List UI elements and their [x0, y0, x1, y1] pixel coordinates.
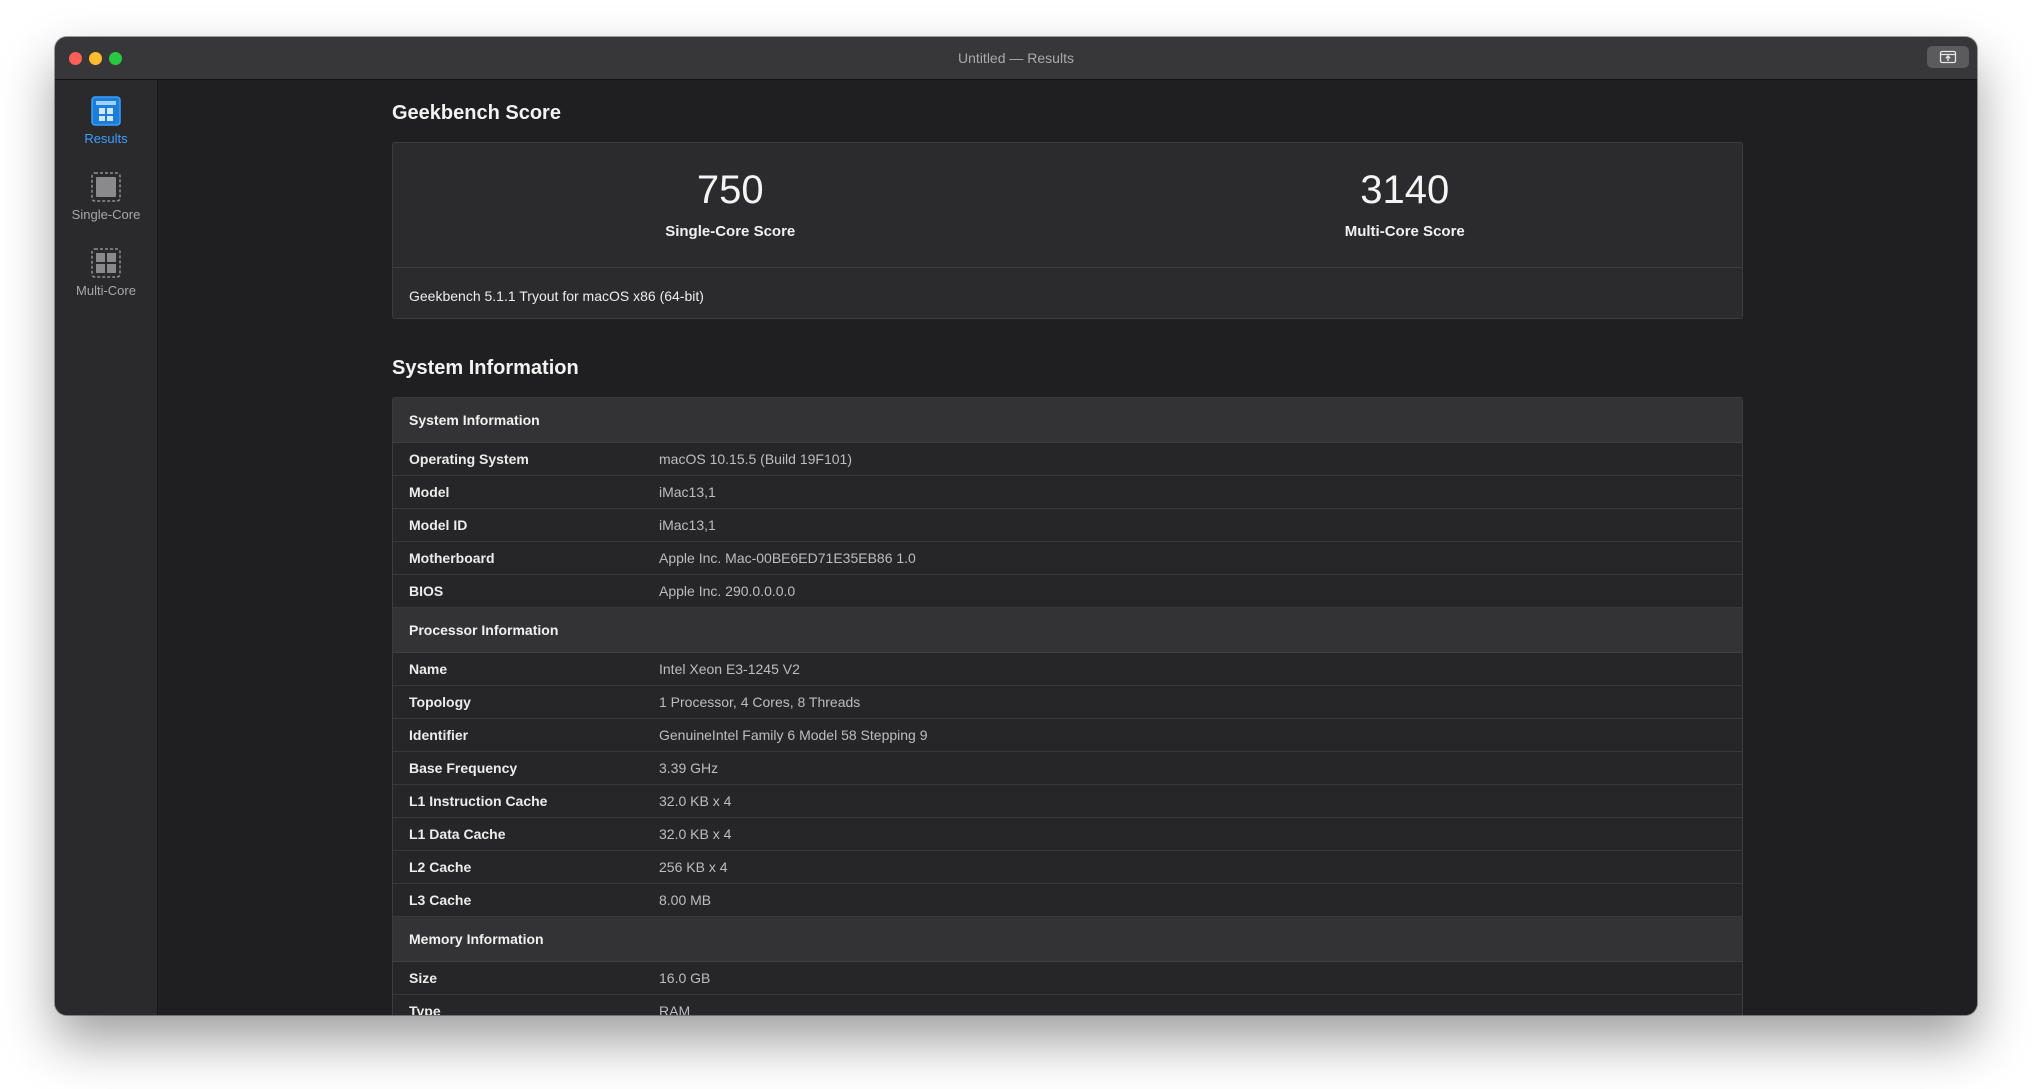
- row-key: Base Frequency: [409, 760, 518, 776]
- single-core-score-label: Single-Core Score: [665, 223, 796, 240]
- row-key: Topology: [409, 694, 471, 710]
- row-key: Identifier: [409, 727, 469, 743]
- version-info: Geekbench 5.1.1 Tryout for macOS x86 (64…: [409, 288, 704, 304]
- row-key: Operating System: [409, 451, 529, 467]
- sidebar-item-multi-core[interactable]: Multi-Core: [55, 247, 157, 298]
- group-header-processor: Processor Information: [393, 608, 1742, 653]
- row-key: Model ID: [409, 517, 468, 533]
- row-value: iMac13,1: [659, 484, 716, 500]
- table-row: Model ID iMac13,1: [393, 509, 1742, 542]
- table-row: L1 Data Cache 32.0 KB x 4: [393, 818, 1742, 851]
- row-key: L2 Cache: [409, 859, 472, 875]
- single-core-score-value: 750: [696, 168, 764, 212]
- row-key: Type: [409, 1003, 441, 1015]
- row-value: 1 Processor, 4 Cores, 8 Threads: [659, 694, 861, 710]
- sidebar-item-label: Multi-Core: [76, 283, 136, 298]
- row-key: L3 Cache: [409, 892, 472, 908]
- row-key: L1 Data Cache: [409, 826, 506, 842]
- row-value: 8.00 MB: [659, 892, 712, 908]
- sidebar-item-label: Single-Core: [71, 207, 141, 222]
- table-row: Operating System macOS 10.15.5 (Build 19…: [393, 443, 1742, 476]
- row-value: Apple Inc. Mac-00BE6ED71E35EB86 1.0: [659, 550, 916, 566]
- table-row: Motherboard Apple Inc. Mac-00BE6ED71E35E…: [393, 542, 1742, 575]
- share-button[interactable]: [1927, 46, 1969, 68]
- table-row: Base Frequency 3.39 GHz: [393, 752, 1742, 785]
- results-icon: [91, 96, 121, 126]
- row-value: 256 KB x 4: [659, 859, 728, 875]
- system-info-table: System Information Operating System macO…: [392, 397, 1743, 1015]
- table-row: Name Intel Xeon E3-1245 V2: [393, 653, 1742, 686]
- row-value: RAM: [659, 1003, 691, 1015]
- row-value: 32.0 KB x 4: [659, 826, 732, 842]
- divider: [393, 267, 1742, 268]
- table-row: L1 Instruction Cache 32.0 KB x 4: [393, 785, 1742, 818]
- sidebar: Results Single-Core Multi-Core: [55, 80, 158, 1015]
- row-key: Size: [409, 970, 438, 986]
- share-icon: [1939, 50, 1957, 64]
- geekbench-score-heading: Geekbench Score: [392, 102, 561, 124]
- table-row: Size 16.0 GB: [393, 962, 1742, 995]
- table-row: L3 Cache 8.00 MB: [393, 884, 1742, 917]
- title-bar: Untitled — Results: [55, 37, 1977, 80]
- sidebar-item-results[interactable]: Results: [55, 95, 157, 146]
- multi-core-score-label: Multi-Core Score: [1344, 223, 1465, 240]
- row-value: 32.0 KB x 4: [659, 793, 732, 809]
- row-value: macOS 10.15.5 (Build 19F101): [659, 451, 852, 467]
- table-row: BIOS Apple Inc. 290.0.0.0.0: [393, 575, 1742, 608]
- multi-core-score-value: 3140: [1360, 168, 1450, 212]
- multi-core-icon: [91, 248, 121, 278]
- single-core-icon: [91, 172, 121, 202]
- multi-core-score: 3140 Multi-Core Score: [1068, 143, 1743, 240]
- score-card: 750 Single-Core Score 3140 Multi-Core Sc…: [392, 142, 1743, 319]
- sidebar-item-single-core[interactable]: Single-Core: [55, 171, 157, 222]
- group-header-system: System Information: [393, 398, 1742, 443]
- table-row: L2 Cache 256 KB x 4: [393, 851, 1742, 884]
- table-row: Type RAM: [393, 995, 1742, 1015]
- system-information-heading: System Information: [392, 357, 579, 379]
- results-content[interactable]: Geekbench Score 750 Single-Core Score 31…: [158, 80, 1977, 1015]
- row-value: 3.39 GHz: [659, 760, 719, 776]
- group-header-memory: Memory Information: [393, 917, 1742, 962]
- row-value: Apple Inc. 290.0.0.0.0: [659, 583, 796, 599]
- table-row: Identifier GenuineIntel Family 6 Model 5…: [393, 719, 1742, 752]
- row-value: Intel Xeon E3-1245 V2: [659, 661, 800, 677]
- window-title: Untitled — Results: [958, 50, 1074, 66]
- table-row: Model iMac13,1: [393, 476, 1742, 509]
- row-key: L1 Instruction Cache: [409, 793, 548, 809]
- single-core-score: 750 Single-Core Score: [393, 143, 1068, 240]
- row-value: 16.0 GB: [659, 970, 711, 986]
- sidebar-item-label: Results: [84, 131, 128, 146]
- row-value: iMac13,1: [659, 517, 716, 533]
- table-row: Topology 1 Processor, 4 Cores, 8 Threads: [393, 686, 1742, 719]
- row-key: Motherboard: [409, 550, 495, 566]
- row-key: BIOS: [409, 583, 444, 599]
- app-window: Untitled — Results Results Single-Core M…: [55, 37, 1977, 1015]
- score-row: 750 Single-Core Score 3140 Multi-Core Sc…: [393, 143, 1742, 267]
- row-key: Model: [409, 484, 450, 500]
- row-key: Name: [409, 661, 448, 677]
- row-value: GenuineIntel Family 6 Model 58 Stepping …: [659, 727, 928, 743]
